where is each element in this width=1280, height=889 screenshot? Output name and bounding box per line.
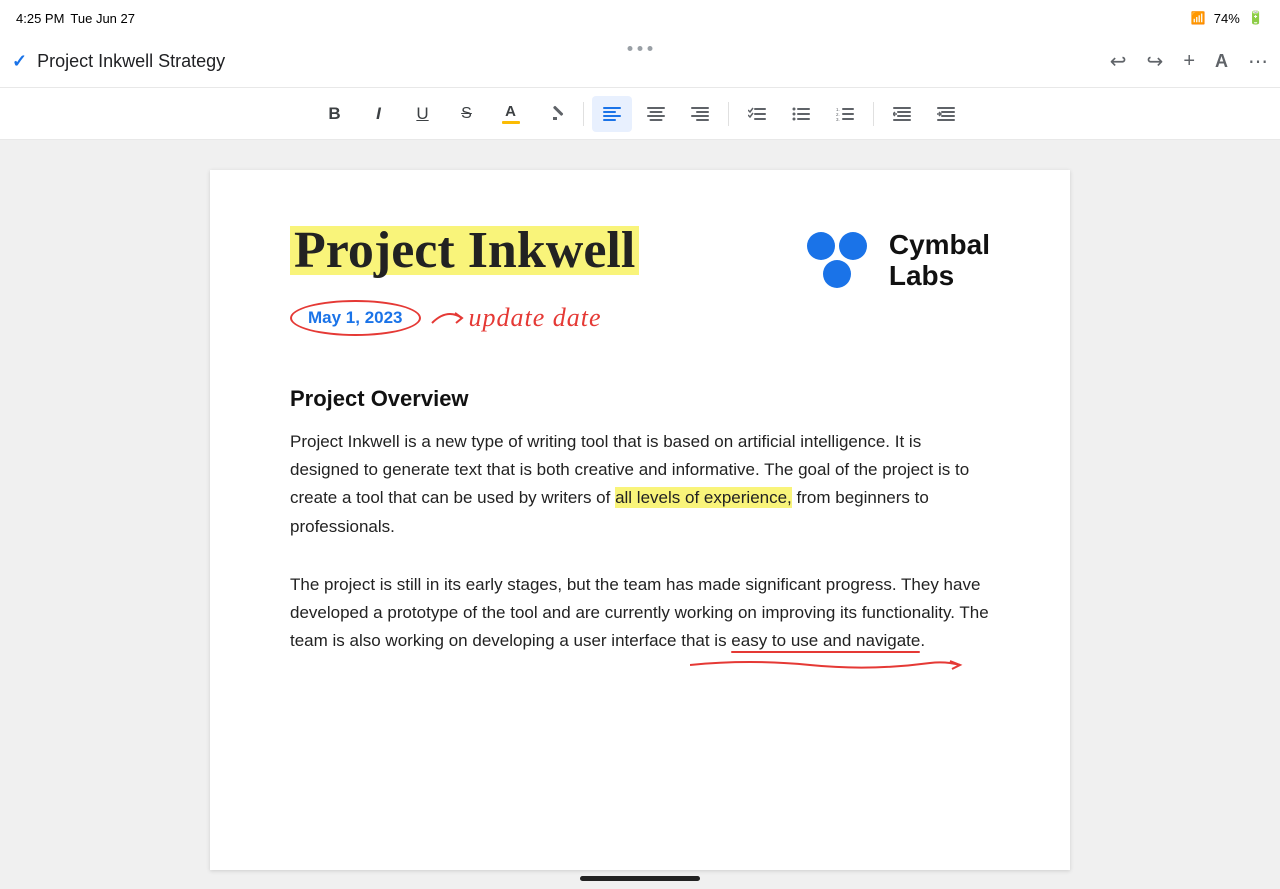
more-options-icon[interactable]: ⋯ [1248, 49, 1268, 74]
toolbar-divider-3 [873, 102, 874, 126]
top-bar: ✓ Project Inkwell Strategy ↩ ↪ + A ⋯ [0, 36, 1280, 88]
highlight-button[interactable] [535, 96, 575, 132]
check-icon[interactable]: ✓ [12, 51, 27, 72]
date-oval: May 1, 2023 [290, 300, 421, 336]
cymbal-logo: Cymbal Labs [807, 230, 990, 292]
indent-decrease-icon [893, 107, 911, 121]
red-annotation-line [290, 657, 990, 673]
date-container: May 1, 2023 update date [290, 300, 807, 336]
bullet-list-icon [792, 107, 810, 121]
status-left: 4:25 PM Tue Jun 27 [16, 11, 135, 26]
date: Tue Jun 27 [70, 11, 135, 26]
checklist-icon [748, 107, 766, 121]
date-text: May 1, 2023 [308, 308, 403, 327]
red-underline-svg [690, 657, 970, 673]
battery-icon: 🔋 [1248, 10, 1264, 26]
italic-button[interactable]: I [359, 96, 399, 132]
title-block: Project Inkwell [290, 220, 807, 282]
cymbal-dots-container [807, 232, 875, 290]
numbered-list-icon: 1. 2. 3. [836, 107, 854, 121]
toolbar-divider-1 [583, 102, 584, 126]
annotation-text: update date [469, 303, 602, 333]
toolbar-divider-2 [728, 102, 729, 126]
wifi-icon: 📶 [1191, 11, 1206, 25]
numbered-list-button[interactable]: 1. 2. 3. [825, 96, 865, 132]
arrow-svg [427, 303, 467, 333]
home-indicator [580, 876, 700, 881]
top-bar-right: ↩ ↪ + A ⋯ [1110, 49, 1268, 74]
cymbal-text-block: Cymbal Labs [889, 230, 990, 292]
align-center-button[interactable] [636, 96, 676, 132]
status-right: 📶 74% 🔋 [1191, 10, 1264, 26]
battery-text: 74% [1214, 11, 1240, 26]
font-color-bar [502, 121, 520, 124]
section1-heading: Project Overview [290, 386, 990, 412]
center-menu-dots[interactable] [628, 46, 653, 51]
bullet-list-button[interactable] [781, 96, 821, 132]
document-header: Project Inkwell May 1, 2023 update date [290, 220, 990, 336]
pencil-icon [546, 105, 564, 123]
align-right-icon [691, 107, 709, 121]
para2-text-after: . [920, 631, 925, 650]
redo-icon[interactable]: ↪ [1147, 49, 1164, 74]
time: 4:25 PM [16, 11, 64, 26]
undo-icon[interactable]: ↩ [1110, 49, 1127, 74]
strikethrough-button[interactable]: S [447, 96, 487, 132]
font-color-letter: A [505, 103, 516, 120]
svg-text:3.: 3. [836, 117, 840, 121]
section1-paragraph2: The project is still in its early stages… [290, 571, 990, 655]
dot3 [648, 46, 653, 51]
top-bar-left: ✓ Project Inkwell Strategy [12, 51, 225, 72]
document-title[interactable]: Project Inkwell Strategy [37, 51, 225, 72]
align-center-icon [647, 107, 665, 121]
section1-paragraph1: Project Inkwell is a new type of writing… [290, 428, 990, 540]
header-left: Project Inkwell May 1, 2023 update date [290, 220, 807, 336]
status-bar: 4:25 PM Tue Jun 27 📶 74% 🔋 [0, 0, 1280, 36]
dot2 [638, 46, 643, 51]
add-icon[interactable]: + [1183, 50, 1195, 73]
document-page: Project Inkwell May 1, 2023 update date [210, 170, 1070, 870]
para2-underlined: easy to use and navigate [731, 631, 920, 650]
align-left-button[interactable] [592, 96, 632, 132]
bold-button[interactable]: B [315, 96, 355, 132]
cymbal-dot-tr [839, 232, 867, 260]
formatting-toolbar: B I U S A [0, 88, 1280, 140]
dot1 [628, 46, 633, 51]
indent-increase-button[interactable] [926, 96, 966, 132]
main-title: Project Inkwell [290, 220, 639, 281]
checklist-button[interactable] [737, 96, 777, 132]
font-button[interactable]: A [1215, 51, 1228, 72]
para1-highlighted: all levels of experience, [615, 487, 792, 508]
indent-increase-icon [937, 107, 955, 121]
cymbal-sub: Labs [889, 261, 990, 292]
cymbal-dot-tl [807, 232, 835, 260]
align-left-icon [603, 107, 621, 121]
indent-decrease-button[interactable] [882, 96, 922, 132]
underline-button[interactable]: U [403, 96, 443, 132]
cymbal-name: Cymbal [889, 230, 990, 261]
font-color-button[interactable]: A [491, 96, 531, 132]
align-right-button[interactable] [680, 96, 720, 132]
date-oval-inner: May 1, 2023 [290, 300, 421, 336]
document-area[interactable]: Project Inkwell May 1, 2023 update date [0, 140, 1280, 889]
cymbal-dot-bottom [823, 260, 851, 288]
